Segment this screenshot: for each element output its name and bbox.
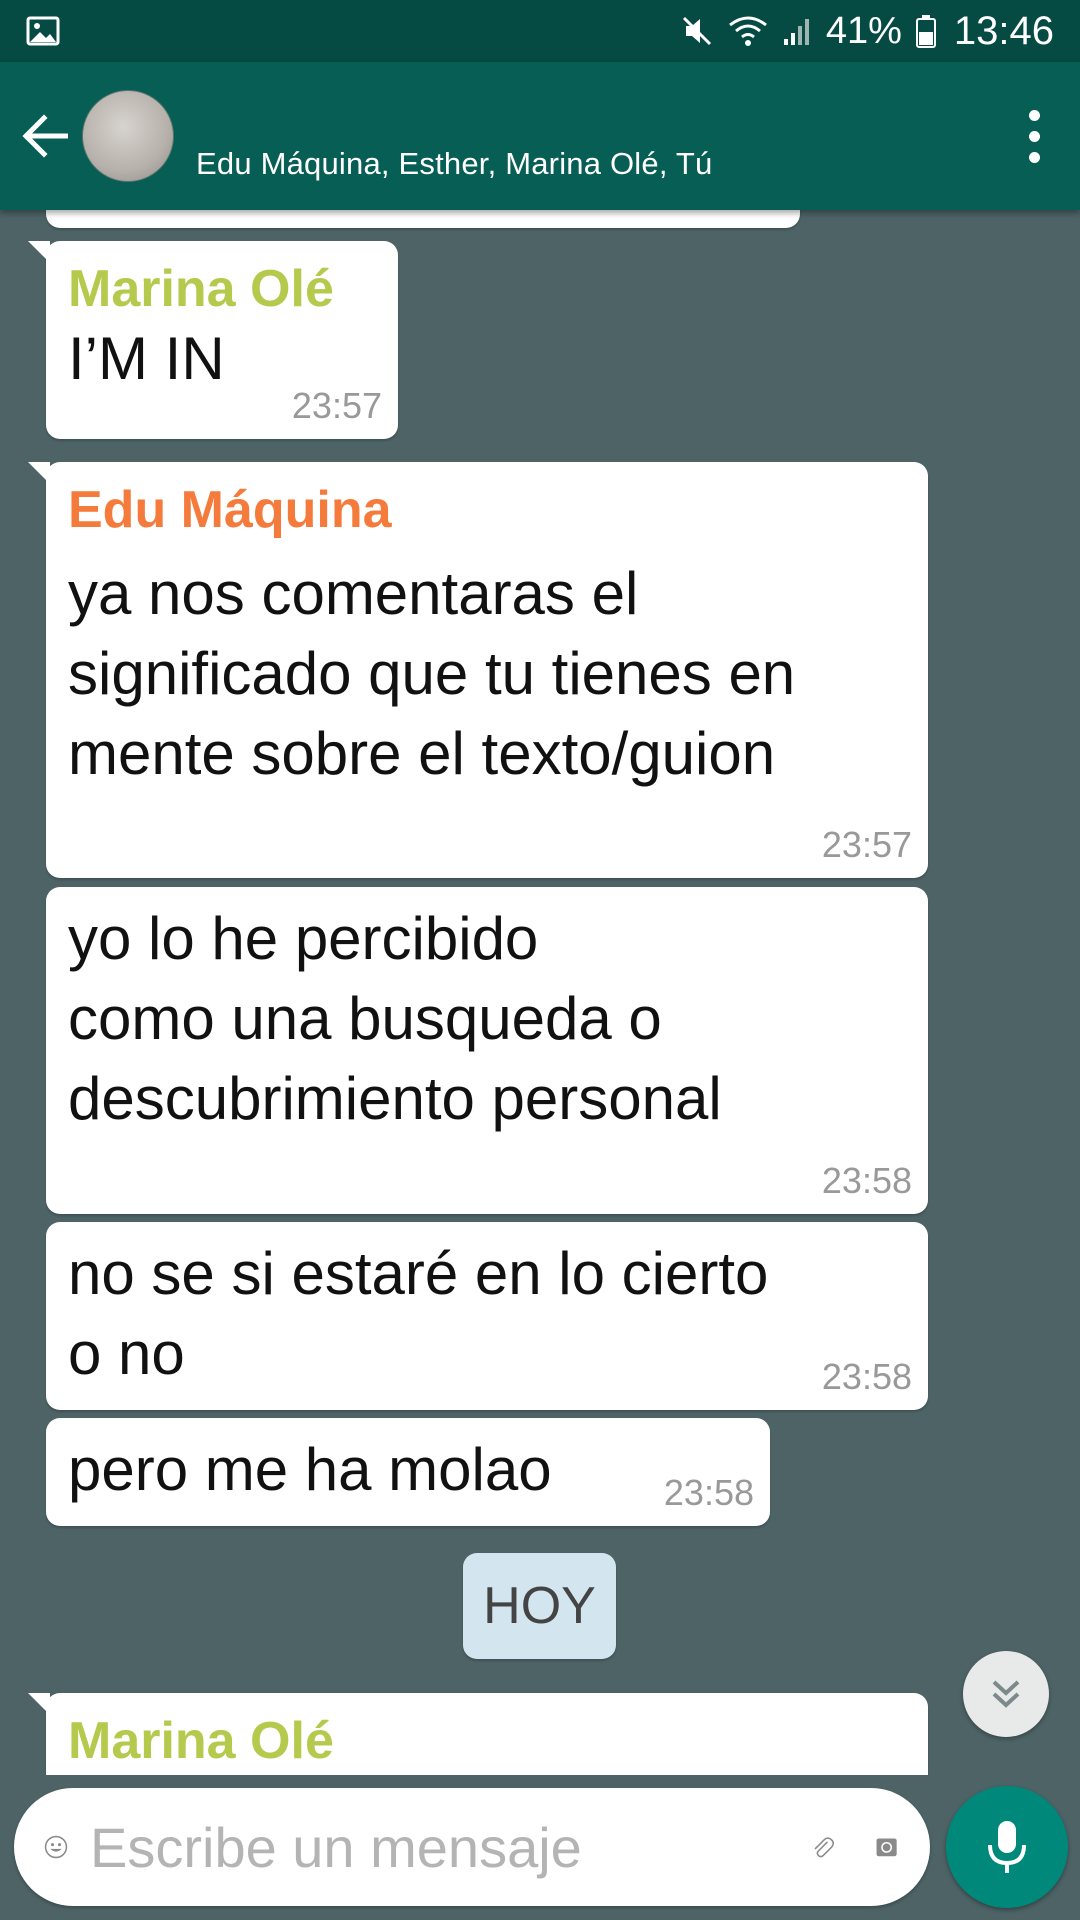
voice-message-button[interactable]	[946, 1786, 1068, 1908]
mic-icon	[988, 1821, 1026, 1873]
message-bubble[interactable]: pero me ha molao 23:58	[46, 1418, 770, 1526]
message-sender: Edu Máquina	[68, 481, 392, 539]
message-time: 23:57	[291, 385, 382, 426]
wifi-icon	[728, 16, 767, 46]
message-sender: Marina Olé	[68, 260, 334, 318]
message-time: 23:58	[821, 1160, 912, 1201]
group-participants[interactable]: Edu Máquina, Esther, Marina Olé, Tú	[196, 146, 712, 182]
more-vert-icon	[1028, 109, 1040, 121]
chat-header: Edu Máquina, Esther, Marina Olé, Tú	[0, 62, 1080, 210]
message-bubble[interactable]: Edu Máquina ya nos comentaras el signifi…	[28, 462, 928, 878]
message-time: 23:58	[821, 1356, 912, 1397]
message-bubble[interactable]: yo lo he percibido como una busqueda o d…	[46, 887, 928, 1214]
message-text: pero me ha molao	[68, 1436, 552, 1503]
attach-icon[interactable]	[810, 1815, 835, 1879]
back-arrow-icon	[22, 114, 68, 158]
status-time: 13:46	[953, 8, 1054, 53]
message-text: yo lo he percibido como una busqueda o d…	[68, 905, 722, 1132]
message-input[interactable]	[90, 1807, 810, 1887]
scroll-to-bottom-button[interactable]	[963, 1651, 1049, 1737]
message-time: 23:58	[663, 1472, 754, 1513]
more-options-button[interactable]	[1004, 84, 1064, 188]
message-time: 23:57	[821, 824, 912, 865]
battery-percent: 41%	[825, 9, 902, 52]
message-text: ya nos comentaras el significado que tu …	[68, 560, 796, 787]
signal-icon	[783, 19, 809, 45]
camera-icon[interactable]	[875, 1817, 898, 1877]
battery-icon	[915, 15, 936, 48]
date-separator: HOY	[463, 1553, 616, 1659]
image-icon	[26, 16, 60, 46]
group-avatar[interactable]	[82, 90, 174, 182]
double-chevron-down-icon	[992, 1680, 1020, 1708]
message-text: no se si estaré en lo cierto o no	[68, 1240, 769, 1387]
emoji-icon[interactable]	[44, 1816, 68, 1878]
message-composer	[14, 1788, 930, 1906]
message-sender: Marina Olé	[68, 1712, 334, 1770]
mute-icon	[682, 16, 711, 46]
message-list[interactable]: Marina Olé I’M IN 23:57 Edu Máquina ya n…	[0, 210, 1080, 1775]
message-bubble[interactable]: no se si estaré en lo cierto o no 23:58	[46, 1222, 928, 1410]
previous-message-bubble[interactable]	[46, 210, 800, 228]
message-bubble[interactable]: Marina Olé	[28, 1693, 928, 1775]
message-bubble[interactable]: Marina Olé I’M IN 23:57	[28, 241, 398, 439]
status-bar: 41% 13:46	[0, 0, 1080, 62]
back-button[interactable]	[10, 86, 82, 186]
